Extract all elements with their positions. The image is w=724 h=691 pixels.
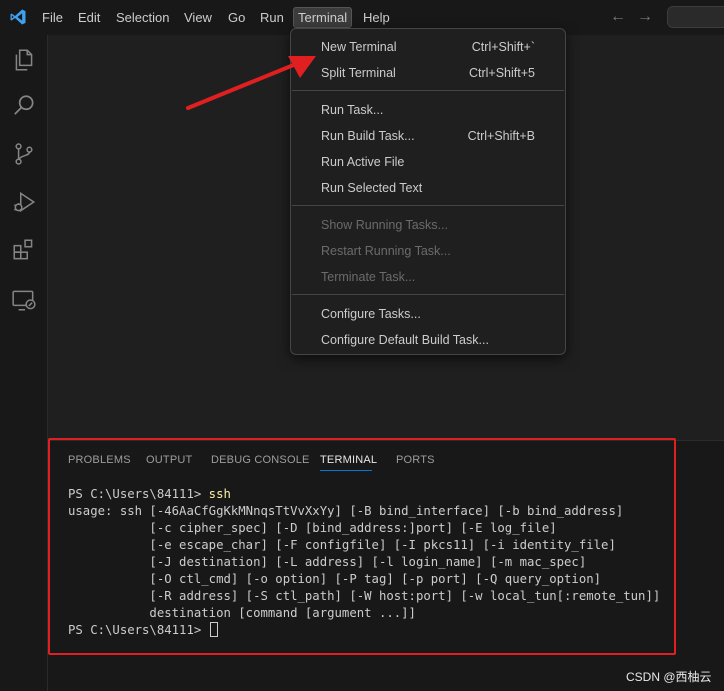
shortcut-run-build-task: Ctrl+Shift+B (467, 129, 535, 143)
menu-run[interactable]: Run (256, 7, 288, 28)
menu-item-run-build-task[interactable]: Run Build Task... (321, 126, 415, 146)
activity-bar (0, 35, 48, 691)
menu-file[interactable]: File (38, 7, 67, 28)
menu-item-run-active-file[interactable]: Run Active File (321, 152, 404, 172)
extensions-icon[interactable] (11, 237, 37, 263)
source-control-icon[interactable] (11, 141, 37, 167)
menu-item-run-task[interactable]: Run Task... (321, 100, 383, 120)
run-debug-icon[interactable] (11, 189, 37, 215)
menu-separator (292, 90, 564, 91)
menu-item-show-running-tasks: Show Running Tasks... (321, 218, 448, 232)
menu-item-configure-default-build-task[interactable]: Configure Default Build Task... (321, 330, 489, 350)
remote-explorer-icon[interactable] (11, 287, 37, 313)
vscode-logo-icon (10, 9, 26, 25)
shortcut-new-terminal: Ctrl+Shift+` (471, 40, 535, 54)
shortcut-split-terminal: Ctrl+Shift+5 (468, 66, 535, 80)
menu-terminal[interactable]: Terminal (293, 7, 353, 28)
explorer-icon[interactable] (11, 47, 37, 73)
back-arrow-icon[interactable]: ← (609, 8, 627, 26)
menu-separator (292, 294, 564, 295)
menu-go[interactable]: Go (224, 7, 249, 28)
menu-item-restart-running-task: Restart Running Task... (321, 244, 451, 258)
menu-item-run-selected-text[interactable]: Run Selected Text (321, 178, 422, 198)
search-icon[interactable] (11, 93, 37, 119)
terminal-dropdown-menu: New Terminal Ctrl+Shift+` Split Terminal… (290, 28, 566, 355)
command-center-search[interactable] (667, 6, 724, 28)
menu-item-new-terminal[interactable]: New Terminal (321, 37, 397, 57)
menu-item-split-terminal[interactable]: Split Terminal (321, 63, 396, 83)
menu-view[interactable]: View (180, 7, 216, 28)
menu-separator (292, 205, 564, 206)
highlight-annotation-box (48, 438, 676, 655)
red-annotation-arrow-icon (186, 56, 316, 110)
menu-selection[interactable]: Selection (112, 7, 173, 28)
menu-item-configure-tasks[interactable]: Configure Tasks... (321, 304, 421, 324)
forward-arrow-icon[interactable]: → (636, 8, 654, 26)
menu-edit[interactable]: Edit (74, 7, 104, 28)
menu-help[interactable]: Help (359, 7, 394, 28)
watermark: CSDN @西柚云 (626, 670, 712, 684)
menu-item-terminate-task: Terminate Task... (321, 270, 416, 284)
